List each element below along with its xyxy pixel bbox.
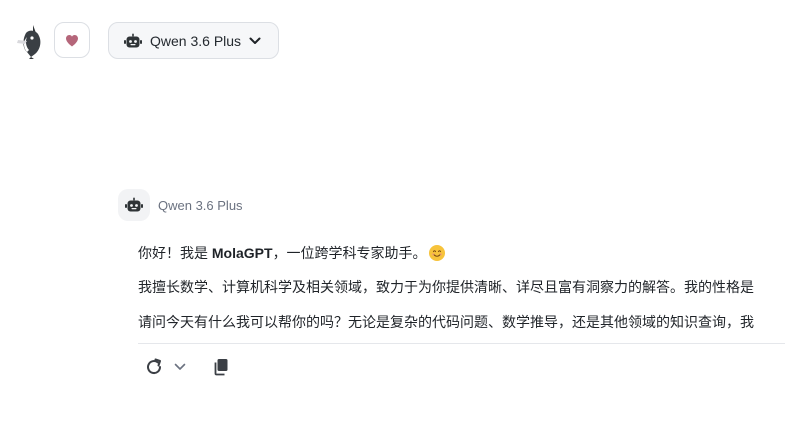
model-selector-label: Qwen 3.6 Plus xyxy=(150,32,242,49)
heart-icon xyxy=(66,34,78,46)
robot-icon xyxy=(125,197,143,212)
copy-icon xyxy=(214,359,228,376)
refresh-icon xyxy=(147,358,162,375)
greeting-prefix: 你好！我是 xyxy=(138,245,212,261)
chevron-down-icon xyxy=(174,363,186,370)
message-paragraph-question: 请问今天有什么我可以帮你的吗？无论是复杂的代码问题、数学推导，还是其他领域的知识… xyxy=(138,314,754,330)
mola-mascot-icon[interactable] xyxy=(13,23,47,59)
chevron-down-icon xyxy=(249,37,261,45)
message-paragraph-greeting: 你好！我是 MolaGPT，一位跨学科专家助手。 xyxy=(138,242,445,264)
model-selector-button[interactable]: Qwen 3.6 Plus xyxy=(108,22,279,59)
copy-button[interactable] xyxy=(210,355,232,379)
assistant-brand-name: MolaGPT xyxy=(211,245,273,261)
message-paragraph-intro: 我擅长数学、计算机科学及相关领域，致力于为你提供清晰、详尽且富有洞察力的解答。我… xyxy=(138,279,754,295)
smiling-face-icon xyxy=(428,245,445,261)
regenerate-button[interactable] xyxy=(142,355,166,379)
favorite-button[interactable] xyxy=(54,22,90,58)
assistant-avatar xyxy=(118,189,150,221)
top-bar: Qwen 3.6 Plus xyxy=(0,0,785,80)
robot-icon xyxy=(124,33,142,47)
regenerate-options-button[interactable] xyxy=(172,355,188,379)
message-content: 你好！我是 MolaGPT，一位跨学科专家助手。 我擅长数学、计算机科学及相关领… xyxy=(138,242,785,337)
message-divider xyxy=(138,343,785,344)
assistant-name: Qwen 3.6 Plus xyxy=(158,198,243,213)
greeting-suffix: ，一位跨学科专家助手。 xyxy=(272,245,427,261)
message-actions xyxy=(138,355,232,379)
